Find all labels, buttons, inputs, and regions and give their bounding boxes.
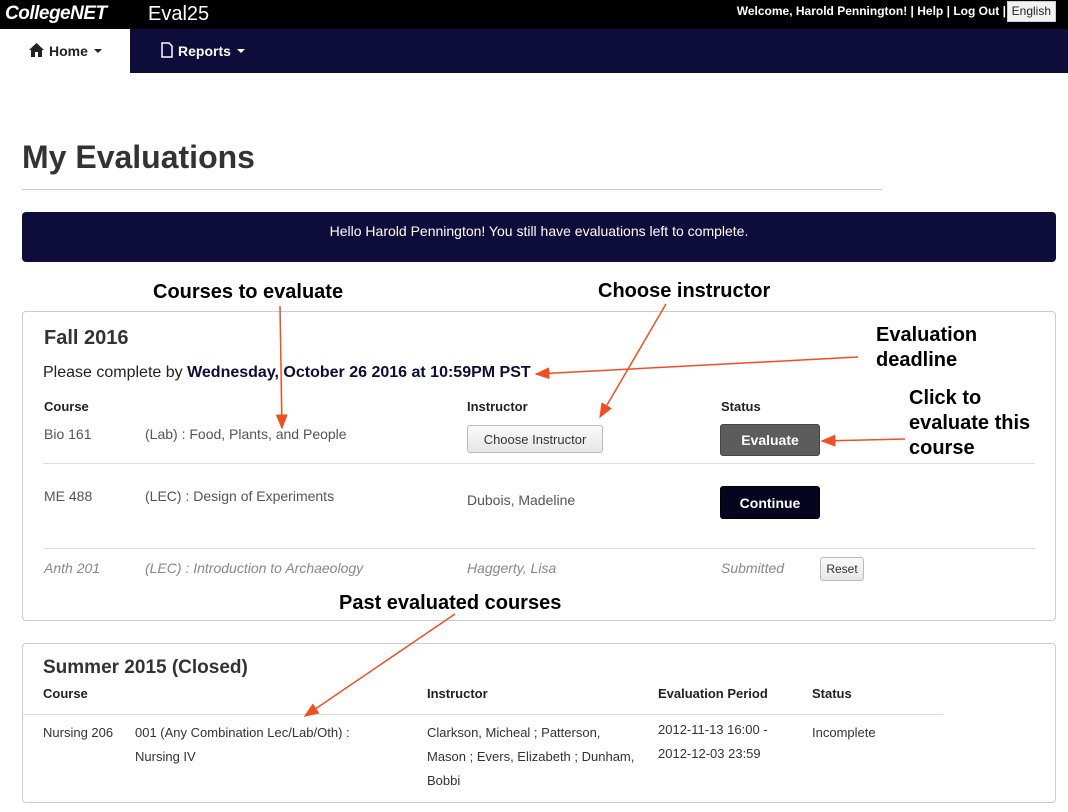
annotation-choose-instructor: Choose instructor: [598, 280, 771, 302]
course-title: (Lab) : Food, Plants, and People: [145, 426, 347, 442]
course-code: Nursing 206: [43, 725, 114, 740]
deadline-date: Wednesday, October 26 2016 at 10:59PM PS…: [187, 364, 531, 381]
row-divider: [43, 463, 1035, 464]
status-badge: Incomplete: [812, 725, 876, 740]
course-title: 001 (Any Combination Lec/Lab/Oth) : Nurs…: [135, 725, 350, 764]
chevron-down-icon: [236, 49, 245, 53]
user-links: Welcome, Harold Pennington! | Help | Log…: [736, 4, 1006, 18]
course-code: Anth 201: [44, 560, 101, 576]
main-nav: Home Reports: [0, 29, 1068, 73]
reset-button[interactable]: Reset: [820, 557, 864, 581]
term-title: Fall 2016: [44, 327, 129, 349]
collegenet-logo[interactable]: CollegeNET: [5, 3, 107, 25]
nav-reports-label: Reports: [178, 43, 231, 59]
instructor-header: Instructor: [467, 399, 528, 414]
evaluate-button[interactable]: Evaluate: [720, 424, 820, 456]
top-bar: CollegeNET Eval25 Welcome, Harold Pennin…: [0, 0, 1068, 29]
instructor-name: Dubois, Madeline: [467, 492, 576, 508]
annotation-click-to-evaluate: Click to evaluate this course: [909, 387, 1031, 459]
language-button[interactable]: English: [1006, 1, 1056, 22]
term-title: Summer 2015 (Closed): [43, 657, 248, 678]
title-divider: [22, 189, 882, 190]
instructor-name: Haggerty, Lisa: [467, 560, 557, 576]
deadline-text: Please complete by Wednesday, October 26…: [43, 364, 531, 381]
help-link[interactable]: Help: [917, 4, 943, 18]
app-name: Eval25: [148, 3, 210, 25]
row-divider: [43, 548, 1035, 549]
course-code: Bio 161: [44, 426, 92, 442]
continue-button[interactable]: Continue: [720, 486, 820, 519]
status-header: Status: [721, 399, 761, 414]
status-banner: Hello Harold Pennington! You still have …: [22, 212, 1056, 262]
nav-home-label: Home: [49, 43, 88, 59]
nav-home[interactable]: Home: [0, 29, 130, 73]
status-badge: Submitted: [721, 560, 785, 576]
nav-reports[interactable]: Reports: [161, 29, 245, 73]
evaluation-period-header: Evaluation Period: [658, 686, 768, 701]
course-title: (LEC) : Design of Experiments: [145, 488, 335, 504]
annotation-courses-to-evaluate: Courses to evaluate: [153, 281, 344, 303]
welcome-text: Welcome, Harold Pennington!: [736, 4, 908, 18]
annotation-evaluation-deadline: Evaluation deadline: [876, 324, 978, 371]
chevron-down-icon: [93, 49, 102, 53]
summer-2015-panel: Summer 2015 (Closed) Course Instructor E…: [22, 643, 1056, 803]
course-title: (LEC) : Introduction to Archaeology: [145, 560, 364, 576]
document-icon: [161, 41, 173, 61]
status-header: Status: [812, 686, 852, 701]
evaluation-period: 2012-11-13 16:00 - 2012-12-03 23:59: [658, 722, 768, 761]
instructor-names: Clarkson, Micheal ; Patterson, Mason ; E…: [427, 725, 635, 788]
page-title: My Evaluations: [22, 139, 255, 175]
annotation-past-evaluated-courses: Past evaluated courses: [339, 592, 562, 614]
course-header: Course: [43, 686, 88, 701]
instructor-header: Instructor: [427, 686, 488, 701]
home-icon: [29, 42, 44, 60]
header-divider: [23, 714, 943, 715]
course-header: Course: [44, 399, 89, 414]
choose-instructor-button[interactable]: Choose Instructor: [467, 425, 603, 453]
course-code: ME 488: [44, 488, 93, 504]
logout-link[interactable]: Log Out: [953, 4, 999, 18]
